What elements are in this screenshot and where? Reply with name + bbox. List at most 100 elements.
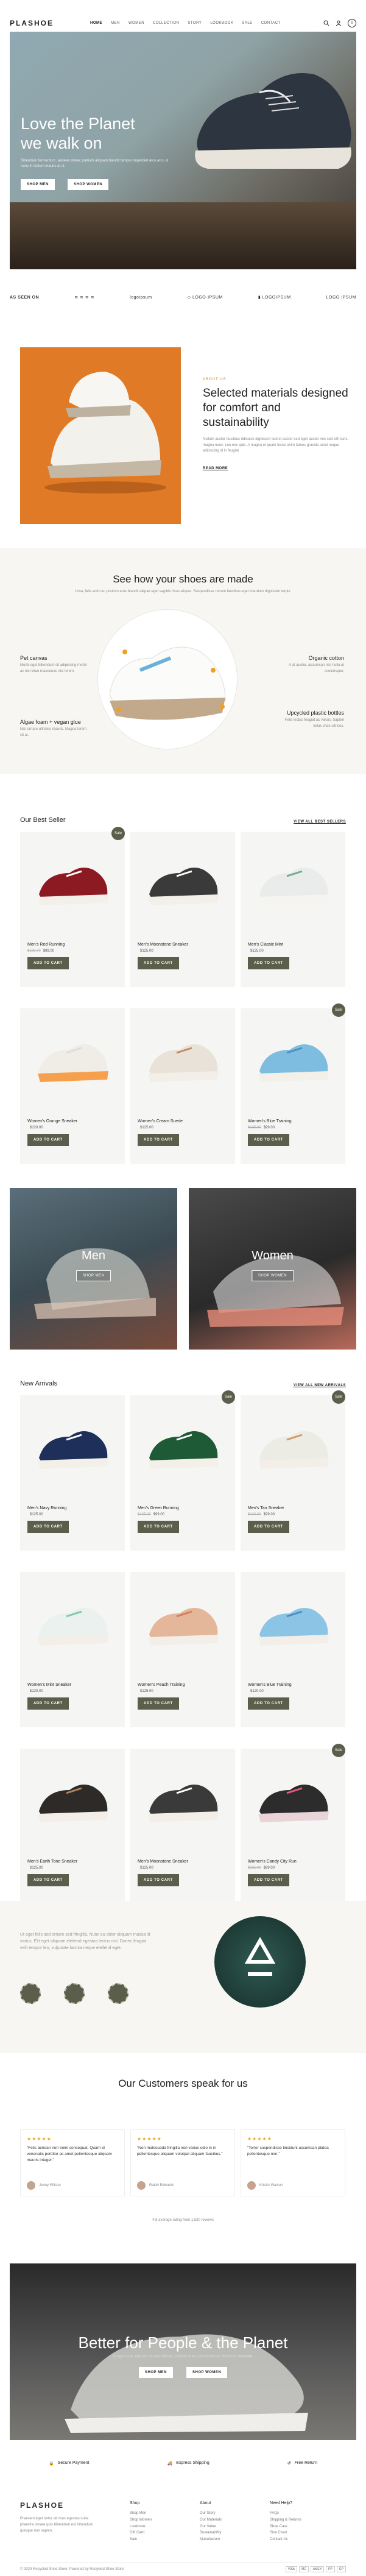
product-card[interactable]: Men's Moonstone Sneaker $125.00 ADD TO CAR…	[130, 832, 235, 987]
product-card[interactable]: Men's Green Running $125.00 $99.00 ADD TO C…	[130, 1390, 235, 1551]
footer-link[interactable]: Lookbook	[130, 2524, 152, 2530]
product-name[interactable]: Women's Candy City Run	[248, 1859, 297, 1864]
user-icon[interactable]	[336, 20, 342, 26]
product-card[interactable]: Men's Tan Sneaker $120.00 $99.00 ADD TO CAR…	[241, 1390, 345, 1551]
hero-shop-men-button[interactable]: SHOP MEN	[21, 179, 55, 190]
product-name[interactable]: Men's Red Running	[27, 943, 65, 947]
product-image[interactable]	[130, 832, 235, 938]
add-to-cart-button[interactable]: ADD TO CART	[248, 1134, 289, 1146]
product-card[interactable]: Women's Cream Suede $125.00 ADD TO CART	[130, 1008, 235, 1164]
add-to-cart-button[interactable]: ADD TO CART	[27, 1521, 69, 1533]
product-image[interactable]	[130, 1749, 235, 1855]
footer-link[interactable]: Our Value	[200, 2524, 222, 2530]
product-image[interactable]	[241, 1572, 345, 1679]
footer-link[interactable]: Shop Women	[130, 2517, 152, 2524]
product-image[interactable]	[20, 832, 125, 938]
footer-link[interactable]: Size Chart	[270, 2530, 301, 2536]
product-card[interactable]: Men's Classic Mint $125.00 ADD TO CART	[241, 832, 345, 987]
add-to-cart-button[interactable]: ADD TO CART	[248, 1521, 289, 1533]
materials-read-more-link[interactable]: READ MORE	[203, 467, 349, 470]
footer-link[interactable]: Our Story	[200, 2510, 222, 2517]
category-men[interactable]: Men SHOP MEN	[10, 1188, 177, 1350]
product-name[interactable]: Men's Moonstone Sneaker	[138, 943, 188, 947]
rating-stars: ★★★★★	[137, 2136, 162, 2142]
product-image[interactable]	[20, 1395, 125, 1502]
footer-link[interactable]: Our Materials	[200, 2517, 222, 2524]
add-to-cart-button[interactable]: ADD TO CART	[138, 1134, 179, 1146]
nav-item-women[interactable]: WOMEN	[128, 21, 144, 25]
footer-link[interactable]: Contact Us	[270, 2536, 301, 2543]
product-card[interactable]: Men's Red Running $125.00 $99.00 ADD TO CAR…	[20, 827, 125, 987]
nav-item-contact[interactable]: CONTACT	[261, 21, 281, 25]
nav-item-home[interactable]: HOME	[90, 21, 102, 25]
product-card[interactable]: Women's Peach Training $125.00 ADD TO CART	[130, 1572, 235, 1727]
add-to-cart-button[interactable]: ADD TO CART	[248, 957, 289, 969]
footer-link[interactable]: Sale	[130, 2536, 152, 2543]
product-card[interactable]: Women's Mint Sneaker $120.00 ADD TO CART	[20, 1572, 125, 1727]
cart-icon[interactable]: 0	[348, 19, 356, 27]
product-name[interactable]: Women's Blue Training	[248, 1683, 292, 1687]
product-name[interactable]: Men's Classic Mint	[248, 943, 283, 947]
footer-link[interactable]: Shop Men	[130, 2510, 152, 2517]
banner-shop-women-button[interactable]: SHOP WOMEN	[186, 2367, 228, 2378]
arrivals-view-all-link[interactable]: VIEW ALL NEW ARRIVALS	[294, 1384, 346, 1387]
product-card[interactable]: Women's Blue Training $120.00 ADD TO CART	[241, 1572, 345, 1727]
product-name[interactable]: Men's Navy Running	[27, 1506, 66, 1510]
product-name[interactable]: Women's Blue Training	[248, 1119, 292, 1123]
product-name[interactable]: Men's Earth Tone Sneaker	[27, 1859, 77, 1864]
product-image[interactable]	[130, 1572, 235, 1679]
product-card[interactable]: Women's Blue Training $125.00 $99.00 ADD TO…	[241, 1003, 345, 1164]
nav-item-men[interactable]: MEN	[111, 21, 120, 25]
product-image[interactable]	[130, 1395, 235, 1502]
category-women[interactable]: Women SHOP WOMEN	[189, 1188, 356, 1350]
add-to-cart-button[interactable]: ADD TO CART	[248, 1874, 289, 1886]
hero-shop-women-button[interactable]: SHOP WOMEN	[68, 179, 109, 190]
footer-link[interactable]: FAQs	[270, 2510, 301, 2517]
product-image[interactable]	[241, 1008, 345, 1115]
add-to-cart-button[interactable]: ADD TO CART	[27, 957, 69, 969]
footer-link[interactable]: Sustainability	[200, 2530, 222, 2536]
product-image[interactable]	[20, 1749, 125, 1855]
site-logo[interactable]: PLASHOE	[10, 19, 54, 27]
product-image[interactable]	[241, 832, 345, 938]
best-seller-view-all-link[interactable]: VIEW ALL BEST SELLERS	[294, 820, 346, 824]
add-to-cart-button[interactable]: ADD TO CART	[138, 1874, 179, 1886]
product-card[interactable]: Men's Navy Running $125.00 ADD TO CART	[20, 1395, 125, 1551]
product-card[interactable]: Men's Earth Tone Sneaker $125.00 ADD TO CA…	[20, 1749, 125, 1904]
product-card[interactable]: Women's Orange Sneaker $120.00 ADD TO CART	[20, 1008, 125, 1164]
product-card[interactable]: Men's Moonstone Sneaker $125.00 ADD TO CAR…	[130, 1749, 235, 1904]
add-to-cart-button[interactable]: ADD TO CART	[138, 1521, 179, 1533]
product-image[interactable]	[241, 1395, 345, 1502]
product-name[interactable]: Men's Green Running	[138, 1506, 179, 1510]
add-to-cart-button[interactable]: ADD TO CART	[27, 1134, 69, 1146]
footer-link[interactable]: Manufacture	[200, 2536, 222, 2543]
add-to-cart-button[interactable]: ADD TO CART	[27, 1697, 69, 1710]
add-to-cart-button[interactable]: ADD TO CART	[248, 1697, 289, 1710]
category-men-button[interactable]: SHOP MEN	[76, 1270, 111, 1281]
product-image[interactable]	[241, 1749, 345, 1855]
product-name[interactable]: Men's Moonstone Sneaker	[138, 1859, 188, 1864]
nav-item-collection[interactable]: COLLECTION	[153, 21, 179, 25]
nav-item-story[interactable]: STORY	[188, 21, 202, 25]
footer-link[interactable]: Shoe Care	[270, 2524, 301, 2530]
footer-link[interactable]: Gift Card	[130, 2530, 152, 2536]
nav-item-sale[interactable]: SALE	[242, 21, 252, 25]
product-name[interactable]: Women's Mint Sneaker	[27, 1683, 71, 1687]
add-to-cart-button[interactable]: ADD TO CART	[138, 957, 179, 969]
product-card[interactable]: Women's Candy City Run $125.00 $99.00 ADD T…	[241, 1744, 345, 1904]
product-name[interactable]: Women's Peach Training	[138, 1683, 185, 1687]
banner-shop-men-button[interactable]: SHOP MEN	[139, 2367, 173, 2378]
nav-item-lookbook[interactable]: LOOKBOOK	[210, 21, 233, 25]
product-image[interactable]	[20, 1008, 125, 1115]
category-women-button[interactable]: SHOP WOMEN	[251, 1270, 294, 1281]
product-name[interactable]: Women's Orange Sneaker	[27, 1119, 77, 1123]
add-to-cart-button[interactable]: ADD TO CART	[27, 1874, 69, 1886]
search-icon[interactable]	[323, 20, 329, 26]
product-name[interactable]: Men's Tan Sneaker	[248, 1506, 284, 1510]
footer-logo[interactable]: PLASHOE	[20, 2501, 99, 2510]
product-image[interactable]	[20, 1572, 125, 1679]
footer-link[interactable]: Shipping & Returns	[270, 2517, 301, 2524]
product-name[interactable]: Women's Cream Suede	[138, 1119, 183, 1123]
product-image[interactable]	[130, 1008, 235, 1115]
add-to-cart-button[interactable]: ADD TO CART	[138, 1697, 179, 1710]
